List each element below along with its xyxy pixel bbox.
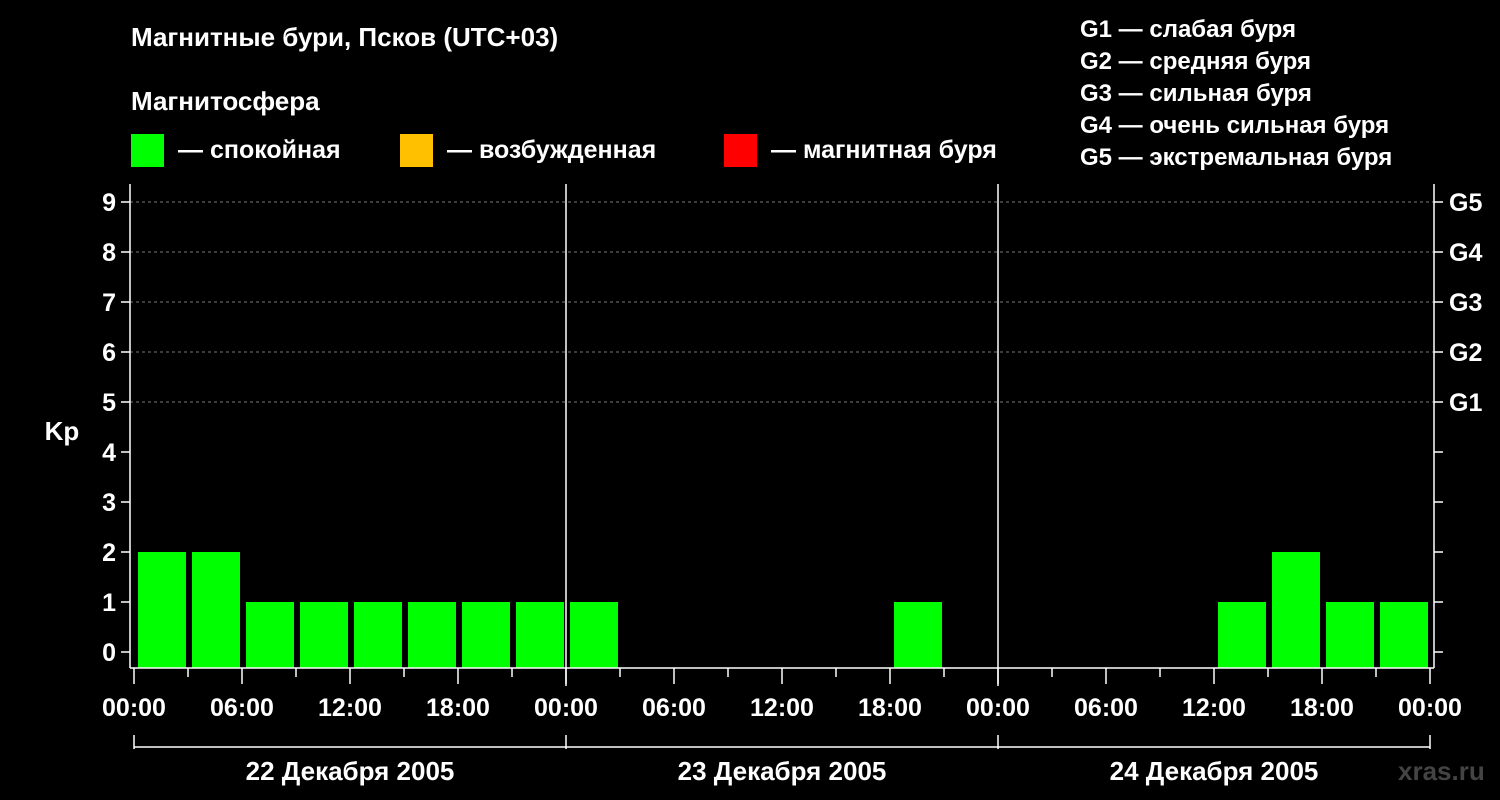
watermark: xras.ru bbox=[1398, 756, 1485, 786]
y-tick-label: 2 bbox=[102, 539, 116, 567]
kp-bar bbox=[408, 602, 456, 668]
y-tick-label: 1 bbox=[102, 589, 116, 617]
x-tick-label: 00:00 bbox=[534, 694, 598, 722]
day-label: 23 Декабря 2005 bbox=[678, 756, 887, 786]
y-axis-label: Kp bbox=[45, 416, 80, 446]
kp-bar bbox=[516, 602, 564, 668]
y-tick-label: 0 bbox=[102, 639, 116, 667]
x-tick-label: 18:00 bbox=[858, 694, 922, 722]
y-tick-label: 7 bbox=[102, 289, 116, 317]
kp-bar bbox=[894, 602, 942, 668]
y-tick-label: 4 bbox=[102, 439, 116, 467]
x-tick-label: 06:00 bbox=[642, 694, 706, 722]
x-tick-label: 18:00 bbox=[1290, 694, 1354, 722]
x-tick-label: 00:00 bbox=[1398, 694, 1462, 722]
x-tick-label: 00:00 bbox=[966, 694, 1030, 722]
day-label: 24 Декабря 2005 bbox=[1110, 756, 1319, 786]
kp-bar bbox=[246, 602, 294, 668]
x-tick-label: 18:00 bbox=[426, 694, 490, 722]
kp-bars bbox=[138, 552, 1428, 668]
x-tick-label: 06:00 bbox=[210, 694, 274, 722]
x-tick-label: 12:00 bbox=[750, 694, 814, 722]
y-tick-label: 5 bbox=[102, 389, 116, 417]
g-scale-label: G5 bbox=[1449, 189, 1482, 217]
x-tick-label: 00:00 bbox=[102, 694, 166, 722]
kp-bar bbox=[462, 602, 510, 668]
y-tick-label: 3 bbox=[102, 489, 116, 517]
g-scale-label: G2 bbox=[1449, 339, 1482, 367]
kp-bar bbox=[1380, 602, 1428, 668]
g-scale-label: G1 bbox=[1449, 389, 1482, 417]
day-label: 22 Декабря 2005 bbox=[246, 756, 455, 786]
y-tick-label: 6 bbox=[102, 339, 116, 367]
y-tick-label: 8 bbox=[102, 239, 116, 267]
x-tick-label: 06:00 bbox=[1074, 694, 1138, 722]
g-scale-label: G4 bbox=[1449, 239, 1482, 267]
kp-bar bbox=[1272, 552, 1320, 668]
kp-bar bbox=[354, 602, 402, 668]
kp-bar bbox=[192, 552, 240, 668]
kp-bar bbox=[570, 602, 618, 668]
kp-bar bbox=[1326, 602, 1374, 668]
grid-lines bbox=[130, 201, 1434, 403]
kp-chart: 0 1 2 3 4 5 6 7 8 9 G1 G2 G3 G4 G5 00:00 06:00 12:00 18:00… bbox=[45, 184, 1482, 786]
kp-bar bbox=[300, 602, 348, 668]
y-tick-label: 9 bbox=[102, 189, 116, 217]
g-scale-label: G3 bbox=[1449, 289, 1482, 317]
axes: 0 1 2 3 4 5 6 7 8 9 G1 G2 G3 G4 G5 00:00 06:00 12:00 18:00… bbox=[102, 184, 1482, 786]
kp-bar bbox=[138, 552, 186, 668]
kp-bar bbox=[1218, 602, 1266, 668]
x-tick-label: 12:00 bbox=[1182, 694, 1246, 722]
x-tick-label: 12:00 bbox=[318, 694, 382, 722]
